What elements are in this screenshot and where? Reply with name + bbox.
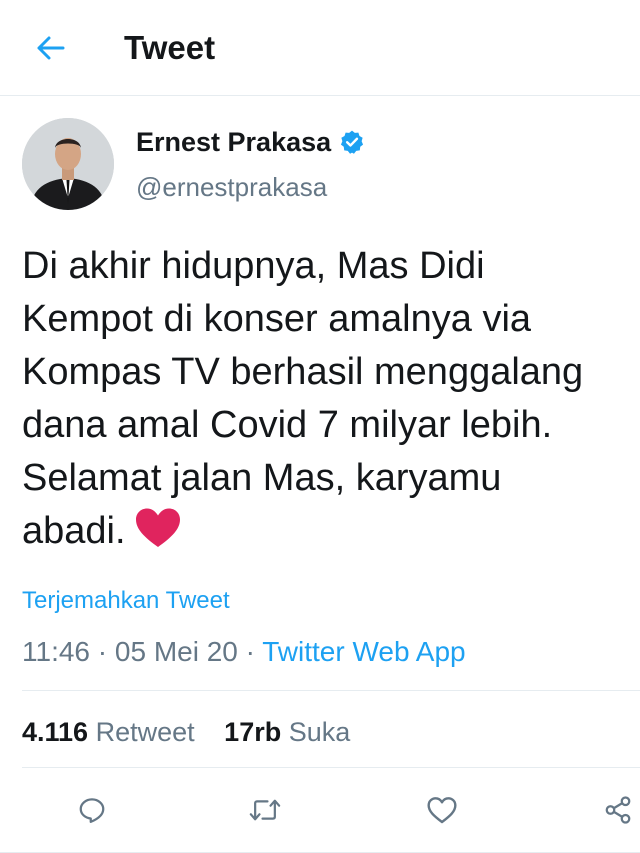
like-button[interactable] (420, 788, 464, 832)
tweet-stats: 4.116 Retweet 17rb Suka (22, 712, 372, 752)
likes-count: 17rb (224, 717, 282, 747)
likes-stat[interactable]: 17rb Suka (224, 717, 350, 747)
author-name-text: Ernest Prakasa (136, 127, 332, 157)
tweet-meta: 11:46 · 05 Mei 20 · Twitter Web App (22, 634, 466, 670)
tweet-line: Di akhir hidupnya, Mas Didi (22, 245, 485, 287)
retweets-count: 4.116 (22, 717, 89, 747)
tweet-text: Di akhir hidupnya, Mas Didi Kempot di ko… (22, 240, 640, 558)
divider (22, 767, 640, 768)
red-heart-emoji (135, 508, 180, 547)
verified-badge-icon (341, 130, 364, 154)
page-title: Tweet (124, 29, 216, 66)
tweet-line: Kompas TV berhasil menggalang (22, 351, 584, 393)
translate-tweet-link[interactable]: Terjemahkan Tweet (22, 585, 230, 617)
top-bar: Tweet (0, 0, 640, 96)
tweet-date[interactable]: 05 Mei 20 (115, 636, 238, 667)
tweet-line: dana amal Covid 7 milyar lebih. (22, 404, 553, 446)
tweet-time[interactable]: 11:46 (22, 636, 90, 667)
tweet-line: Selamat jalan Mas, karyamu (22, 457, 502, 499)
like-icon (427, 797, 457, 824)
retweets-label: Retweet (95, 717, 195, 747)
author-handle[interactable]: @ernestprakasa (136, 170, 327, 204)
retweets-stat[interactable]: 4.116 Retweet (22, 717, 195, 747)
tweet-line: Kempot di konser amalnya via (22, 298, 532, 340)
likes-label: Suka (288, 717, 351, 747)
reply-icon (79, 798, 105, 823)
retweet-button[interactable] (243, 788, 287, 832)
back-button[interactable] (30, 30, 70, 66)
author-name[interactable]: Ernest Prakasa (136, 125, 365, 159)
tweet-line-last: abadi. (22, 505, 640, 558)
meta-separator: · (97, 636, 108, 667)
retweet-icon (249, 799, 281, 821)
arrow-left-icon (37, 36, 65, 60)
tweet-source-link[interactable]: Twitter Web App (262, 636, 465, 667)
tweet-line-text: abadi. (22, 510, 126, 552)
share-button[interactable] (596, 788, 640, 832)
reply-button[interactable] (70, 788, 114, 832)
meta-separator: · (245, 636, 255, 667)
share-icon (605, 796, 631, 824)
avatar[interactable] (22, 118, 114, 210)
divider (22, 690, 640, 691)
